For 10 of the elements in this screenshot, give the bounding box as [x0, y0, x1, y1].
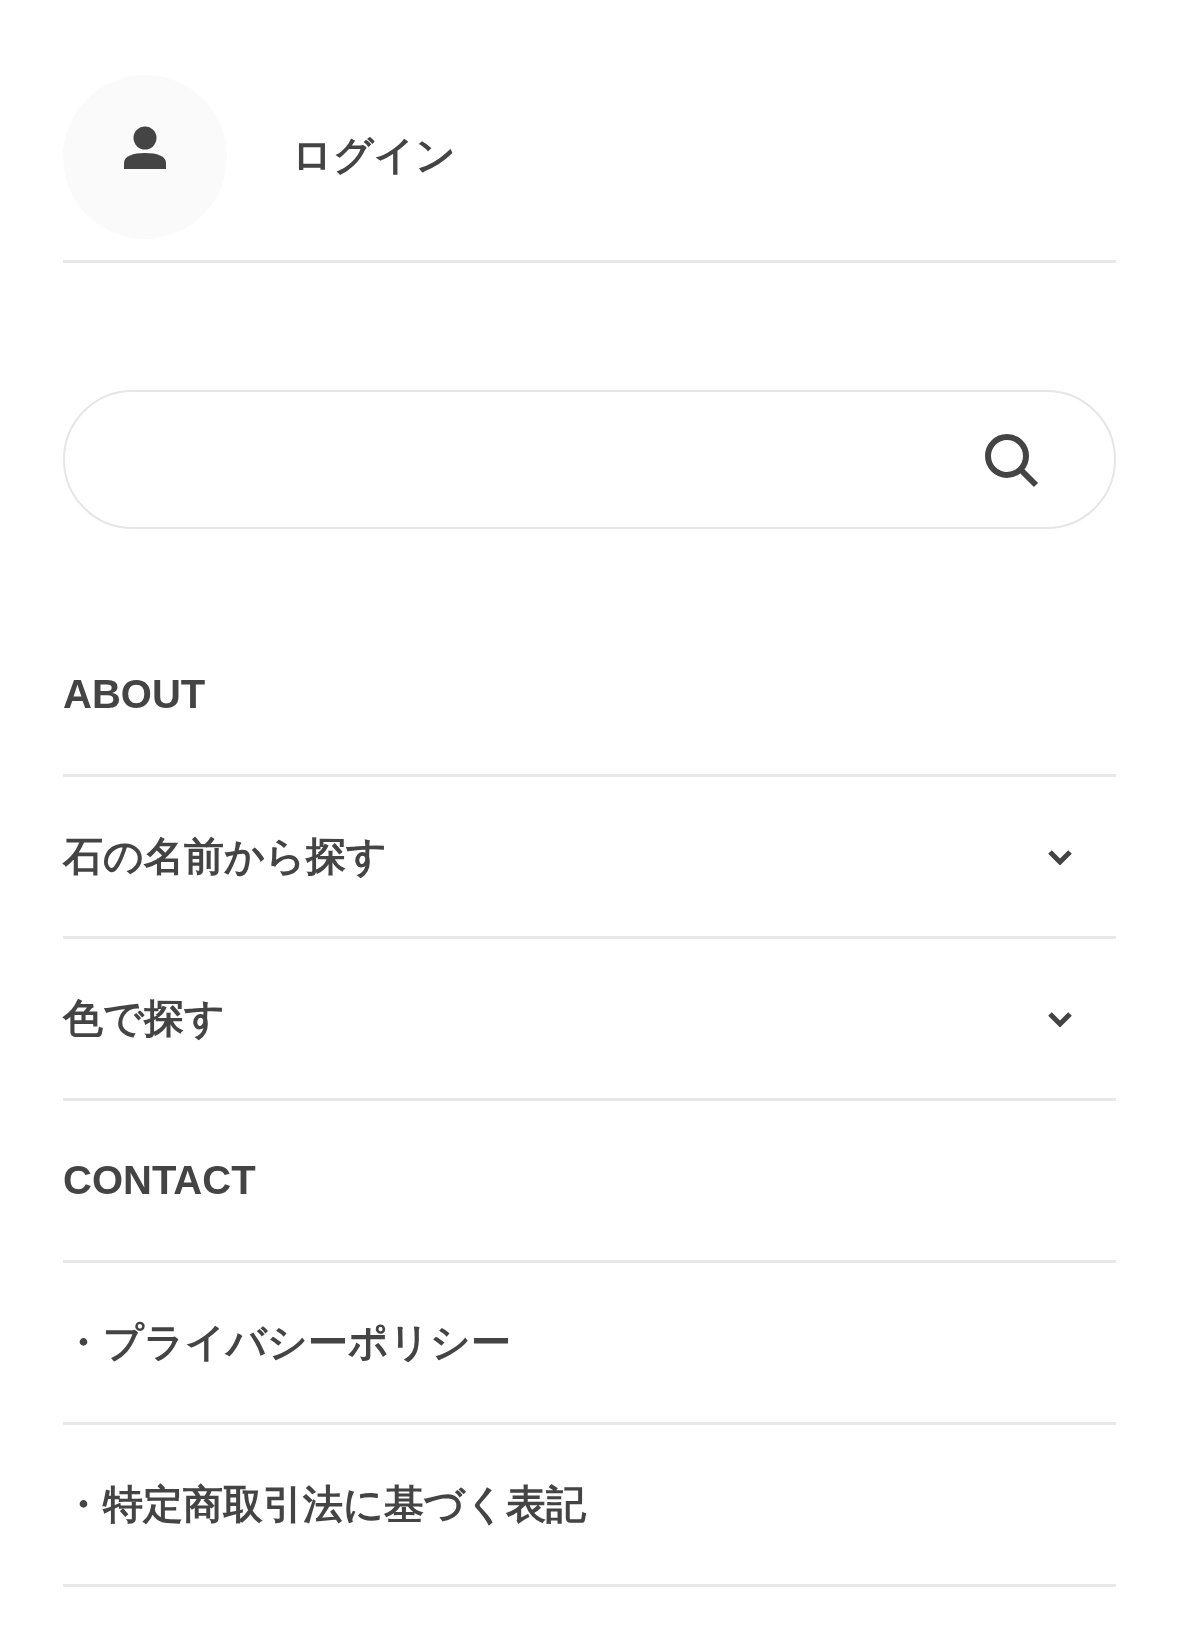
chevron-down-icon[interactable]: [1047, 848, 1073, 865]
menu-link[interactable]: 色で探す: [63, 991, 225, 1046]
menu-link[interactable]: ABOUT: [63, 672, 206, 717]
login-link[interactable]: ログイン: [292, 127, 456, 183]
menu-link[interactable]: ・特定商取引法に基づく表記: [63, 1477, 586, 1532]
menu-link[interactable]: CONTACT: [63, 1158, 256, 1203]
menu-link[interactable]: ・プライバシーポリシー: [63, 1315, 511, 1370]
menu-link[interactable]: 石の名前から探す: [63, 829, 387, 884]
search-field[interactable]: [63, 390, 1116, 529]
chevron-down-icon[interactable]: [1047, 1010, 1073, 1027]
